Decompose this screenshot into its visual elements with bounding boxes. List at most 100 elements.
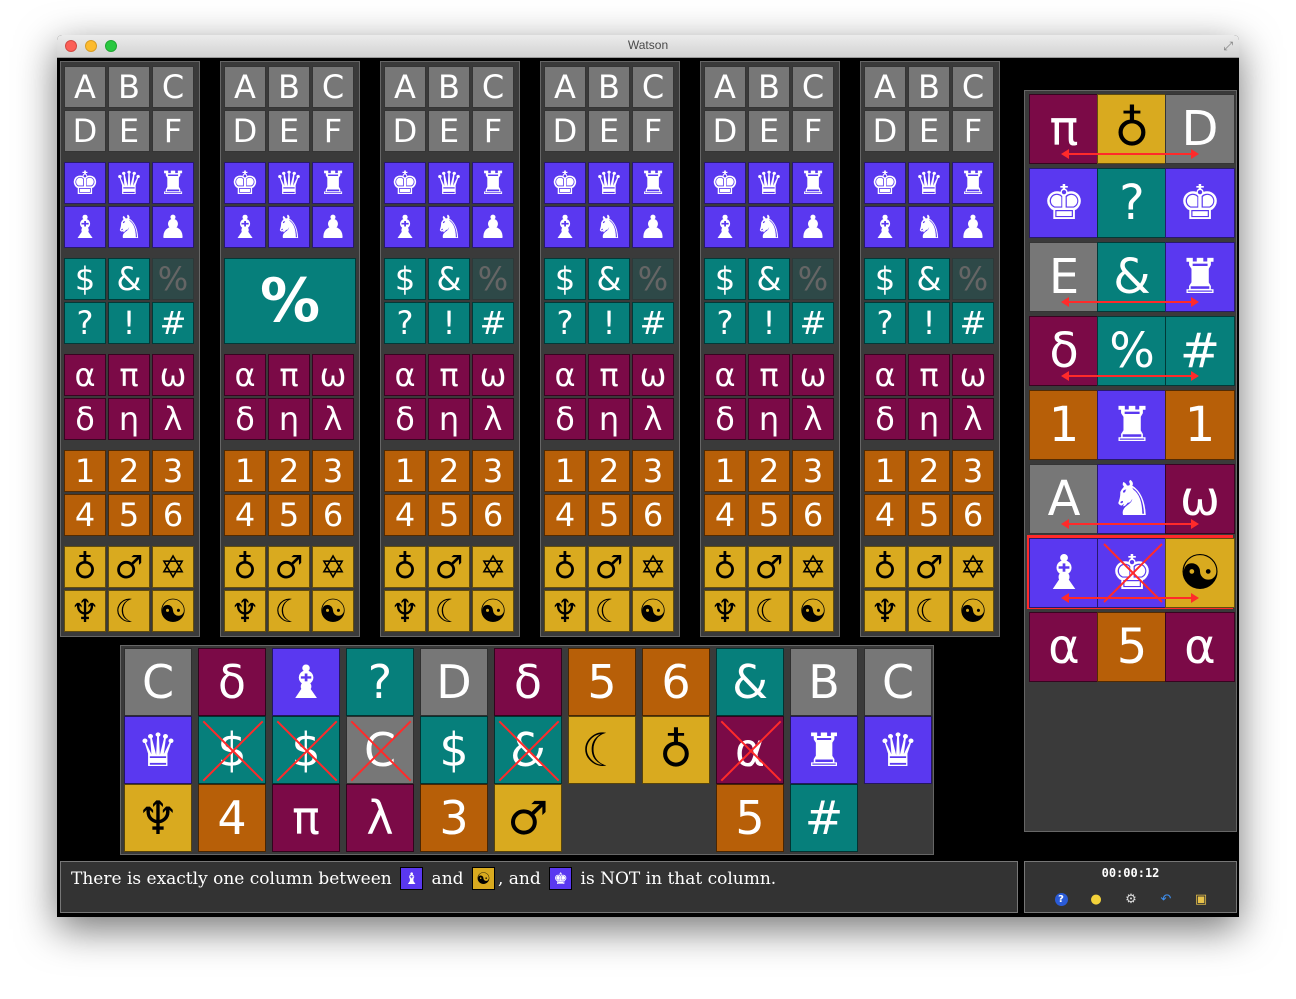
grid-candidate-2-4-6[interactable]: λ: [312, 398, 354, 440]
grid-candidate-2-1-1[interactable]: A: [224, 66, 266, 108]
grid-candidate-4-4-4[interactable]: δ: [544, 398, 586, 440]
grid-candidate-3-3-6[interactable]: #: [472, 302, 514, 344]
grid-candidate-5-2-2[interactable]: ♛: [748, 162, 790, 204]
grid-candidate-5-3-2[interactable]: &: [748, 258, 790, 300]
grid-candidate-4-2-3[interactable]: ♜: [632, 162, 674, 204]
grid-candidate-1-2-3[interactable]: ♜: [152, 162, 194, 204]
grid-candidate-1-5-3[interactable]: 3: [152, 450, 194, 492]
grid-candidate-2-2-1[interactable]: ♚: [224, 162, 266, 204]
grid-candidate-1-6-3[interactable]: ✡: [152, 546, 194, 588]
grid-candidate-6-5-1[interactable]: 1: [864, 450, 906, 492]
grid-candidate-4-1-2[interactable]: B: [588, 66, 630, 108]
grid-candidate-1-4-5[interactable]: η: [108, 398, 150, 440]
grid-candidate-2-1-4[interactable]: D: [224, 110, 266, 152]
grid-candidate-6-4-5[interactable]: η: [908, 398, 950, 440]
grid-candidate-1-1-5[interactable]: E: [108, 110, 150, 152]
grid-candidate-1-2-2[interactable]: ♛: [108, 162, 150, 204]
grid-candidate-2-2-5[interactable]: ♞: [268, 206, 310, 248]
vertical-clue-1-cell-3[interactable]: ♆: [124, 784, 192, 852]
grid-candidate-3-5-1[interactable]: 1: [384, 450, 426, 492]
grid-candidate-4-3-4[interactable]: ?: [544, 302, 586, 344]
vertical-clue-6-cell-3[interactable]: ♂: [494, 784, 562, 852]
grid-candidate-3-1-6[interactable]: F: [472, 110, 514, 152]
grid-candidate-6-4-2[interactable]: π: [908, 354, 950, 396]
grid-candidate-6-5-6[interactable]: 6: [952, 494, 994, 536]
grid-candidate-3-1-3[interactable]: C: [472, 66, 514, 108]
grid-candidate-3-4-4[interactable]: δ: [384, 398, 426, 440]
grid-candidate-3-6-2[interactable]: ♂: [428, 546, 470, 588]
grid-candidate-1-4-2[interactable]: π: [108, 354, 150, 396]
grid-candidate-1-6-5[interactable]: ☾: [108, 590, 150, 632]
grid-candidate-4-4-2[interactable]: π: [588, 354, 630, 396]
vertical-clue-11-cell-1[interactable]: C: [864, 648, 932, 716]
grid-candidate-2-4-3[interactable]: ω: [312, 354, 354, 396]
vertical-clue-10-cell-2[interactable]: ♜: [790, 716, 858, 784]
undo-icon[interactable]: ↶: [1157, 890, 1175, 908]
horizontal-clue-2-cell-1[interactable]: ♚: [1029, 168, 1099, 238]
grid-candidate-2-5-2[interactable]: 2: [268, 450, 310, 492]
horizontal-clue-8-cell-2[interactable]: 5: [1097, 612, 1167, 682]
grid-candidate-1-6-4[interactable]: ♆: [64, 590, 106, 632]
grid-candidate-4-2-6[interactable]: ♟: [632, 206, 674, 248]
grid-candidate-3-5-6[interactable]: 6: [472, 494, 514, 536]
grid-candidate-2-6-1[interactable]: ♁: [224, 546, 266, 588]
grid-candidate-5-4-5[interactable]: η: [748, 398, 790, 440]
grid-candidate-6-2-5[interactable]: ♞: [908, 206, 950, 248]
grid-candidate-2-5-5[interactable]: 5: [268, 494, 310, 536]
grid-candidate-3-5-5[interactable]: 5: [428, 494, 470, 536]
grid-candidate-3-1-4[interactable]: D: [384, 110, 426, 152]
vertical-clue-4-cell-3[interactable]: λ: [346, 784, 414, 852]
grid-candidate-3-6-5[interactable]: ☾: [428, 590, 470, 632]
grid-candidate-3-6-6[interactable]: ☯: [472, 590, 514, 632]
grid-candidate-1-3-3[interactable]: %: [152, 258, 194, 300]
grid-candidate-5-3-6[interactable]: #: [792, 302, 834, 344]
grid-candidate-5-6-4[interactable]: ♆: [704, 590, 746, 632]
vertical-clue-4-cell-2[interactable]: C: [346, 716, 414, 784]
grid-candidate-3-5-2[interactable]: 2: [428, 450, 470, 492]
grid-candidate-5-3-4[interactable]: ?: [704, 302, 746, 344]
grid-candidate-5-2-4[interactable]: ♝: [704, 206, 746, 248]
grid-candidate-3-6-4[interactable]: ♆: [384, 590, 426, 632]
grid-candidate-4-3-1[interactable]: $: [544, 258, 586, 300]
grid-candidate-2-5-3[interactable]: 3: [312, 450, 354, 492]
grid-candidate-1-5-2[interactable]: 2: [108, 450, 150, 492]
grid-candidate-6-1-5[interactable]: E: [908, 110, 950, 152]
grid-candidate-2-1-3[interactable]: C: [312, 66, 354, 108]
grid-candidate-6-5-4[interactable]: 4: [864, 494, 906, 536]
grid-candidate-6-1-4[interactable]: D: [864, 110, 906, 152]
grid-candidate-6-5-5[interactable]: 5: [908, 494, 950, 536]
grid-candidate-1-4-6[interactable]: λ: [152, 398, 194, 440]
grid-candidate-6-3-4[interactable]: ?: [864, 302, 906, 344]
grid-candidate-5-6-6[interactable]: ☯: [792, 590, 834, 632]
grid-candidate-5-5-2[interactable]: 2: [748, 450, 790, 492]
grid-candidate-1-4-4[interactable]: δ: [64, 398, 106, 440]
vertical-clue-3-cell-3[interactable]: π: [272, 784, 340, 852]
grid-candidate-4-3-3[interactable]: %: [632, 258, 674, 300]
vertical-clue-10-cell-1[interactable]: B: [790, 648, 858, 716]
grid-candidate-3-2-2[interactable]: ♛: [428, 162, 470, 204]
vertical-clue-3-cell-2[interactable]: $: [272, 716, 340, 784]
grid-candidate-6-1-2[interactable]: B: [908, 66, 950, 108]
grid-candidate-1-4-3[interactable]: ω: [152, 354, 194, 396]
grid-candidate-4-3-2[interactable]: &: [588, 258, 630, 300]
grid-candidate-2-5-4[interactable]: 4: [224, 494, 266, 536]
grid-candidate-1-6-6[interactable]: ☯: [152, 590, 194, 632]
vertical-clue-5-cell-2[interactable]: $: [420, 716, 488, 784]
grid-candidate-6-2-1[interactable]: ♚: [864, 162, 906, 204]
fullscreen-icon[interactable]: ⤢: [1223, 39, 1233, 54]
grid-candidate-4-5-2[interactable]: 2: [588, 450, 630, 492]
grid-candidate-5-1-3[interactable]: C: [792, 66, 834, 108]
grid-candidate-1-2-4[interactable]: ♝: [64, 206, 106, 248]
grid-candidate-5-5-3[interactable]: 3: [792, 450, 834, 492]
grid-candidate-4-6-4[interactable]: ♆: [544, 590, 586, 632]
grid-candidate-3-2-4[interactable]: ♝: [384, 206, 426, 248]
horizontal-clue-2-cell-3[interactable]: ♚: [1165, 168, 1235, 238]
grid-candidate-5-4-1[interactable]: α: [704, 354, 746, 396]
grid-candidate-1-2-6[interactable]: ♟: [152, 206, 194, 248]
grid-candidate-5-1-5[interactable]: E: [748, 110, 790, 152]
grid-candidate-6-3-6[interactable]: #: [952, 302, 994, 344]
grid-candidate-3-4-5[interactable]: η: [428, 398, 470, 440]
grid-candidate-3-2-6[interactable]: ♟: [472, 206, 514, 248]
grid-candidate-2-6-4[interactable]: ♆: [224, 590, 266, 632]
grid-candidate-5-4-3[interactable]: ω: [792, 354, 834, 396]
